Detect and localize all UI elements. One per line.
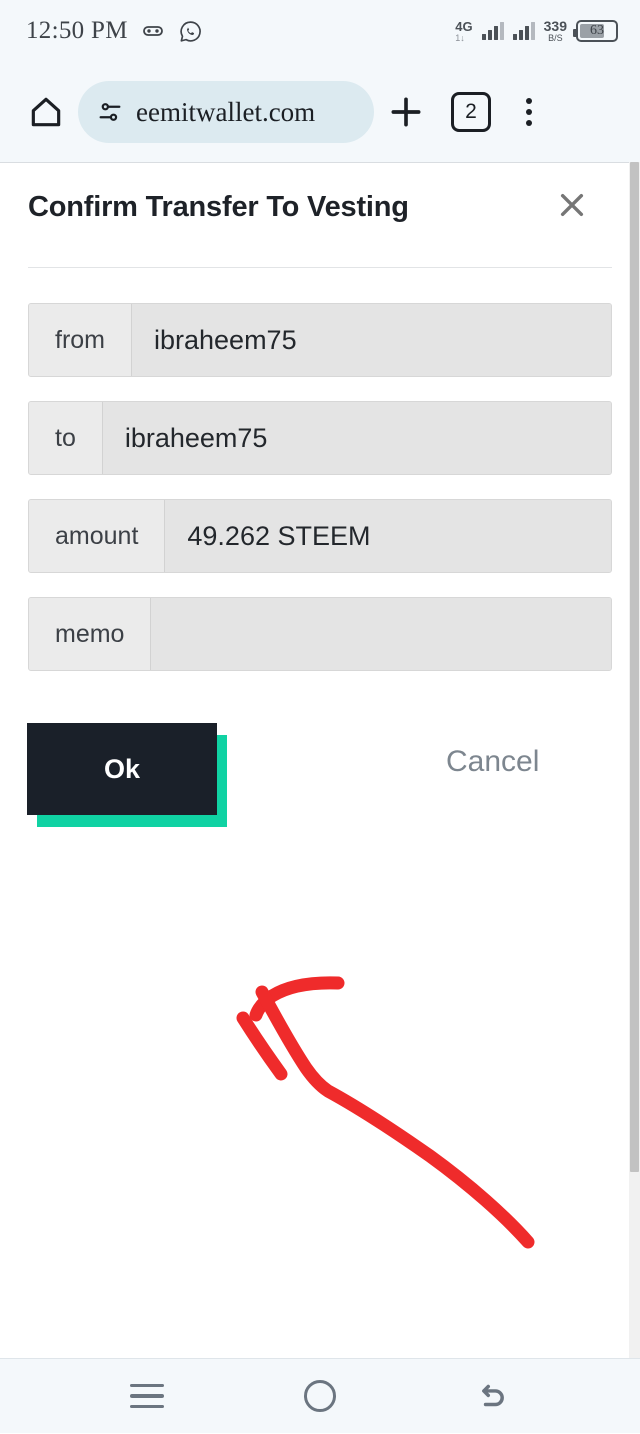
field-label: amount xyxy=(29,500,166,572)
url-text: eemitwallet.com xyxy=(136,96,316,127)
back-arrow-icon xyxy=(474,1377,512,1415)
android-navigation-bar xyxy=(0,1358,640,1433)
field-row-memo: memo xyxy=(28,597,612,671)
title-divider xyxy=(28,267,612,268)
ok-button-wrapper: Ok xyxy=(27,723,227,827)
field-value: ibraheem75 xyxy=(102,402,611,474)
back-button[interactable] xyxy=(448,1359,538,1434)
data-speed-indicator: 339 B/S xyxy=(543,18,567,43)
gamepad-icon xyxy=(141,19,165,43)
dialog-title: Confirm Transfer To Vesting xyxy=(28,191,409,223)
address-bar[interactable]: eemitwallet.com xyxy=(78,81,374,143)
plus-icon xyxy=(387,93,425,131)
overflow-menu-icon xyxy=(526,98,532,104)
browser-toolbar: eemitwallet.com 2 xyxy=(0,62,640,162)
cancel-button[interactable]: Cancel xyxy=(446,745,539,779)
tab-switcher-button[interactable]: 2 xyxy=(438,92,504,132)
field-row-from: from ibraheem75 xyxy=(28,303,612,377)
scrollbar-thumb[interactable] xyxy=(630,162,639,1172)
close-icon xyxy=(556,189,588,221)
battery-icon: 63 xyxy=(573,20,618,42)
field-row-amount: amount 49.262 STEEM xyxy=(28,499,612,573)
recents-button[interactable] xyxy=(102,1359,192,1434)
field-value: ibraheem75 xyxy=(132,304,611,376)
field-value: 49.262 STEEM xyxy=(165,500,611,572)
field-value xyxy=(151,598,611,670)
signal-strength-icon-sim1 xyxy=(481,22,504,40)
site-settings-icon[interactable] xyxy=(96,98,124,126)
signal-strength-icon-sim2 xyxy=(512,22,535,40)
home-button[interactable] xyxy=(20,93,72,131)
field-label: memo xyxy=(29,598,152,670)
status-bar-left: 12:50 PM xyxy=(26,17,203,45)
field-label: from xyxy=(29,304,132,376)
home-icon xyxy=(27,93,65,131)
whatsapp-icon xyxy=(178,19,203,44)
field-label: to xyxy=(29,402,103,474)
circle-icon xyxy=(303,1380,336,1412)
page-scrollbar[interactable] xyxy=(629,162,640,1358)
battery-percent-label: 63 xyxy=(590,23,604,38)
dialog-actions: Ok Cancel xyxy=(0,723,640,843)
status-bar: 12:50 PM 4G 1↓ 339 B/S 63 xyxy=(0,0,640,62)
web-page-content: Confirm Transfer To Vesting from ibrahee… xyxy=(0,162,640,1358)
status-bar-clock: 12:50 PM xyxy=(26,17,128,44)
new-tab-button[interactable] xyxy=(374,93,438,131)
close-dialog-button[interactable] xyxy=(552,185,592,225)
tab-count-badge: 2 xyxy=(451,92,491,132)
hamburger-icon xyxy=(129,1383,164,1409)
home-button[interactable] xyxy=(275,1359,365,1434)
field-row-to: to ibraheem75 xyxy=(28,401,612,475)
ok-button[interactable]: Ok xyxy=(27,723,217,815)
status-bar-right: 4G 1↓ 339 B/S 63 xyxy=(455,19,618,43)
overflow-menu-button[interactable] xyxy=(504,98,554,126)
network-type-label: 4G 1↓ xyxy=(455,18,473,43)
transaction-fields: from ibraheem75 to ibraheem75 amount 49.… xyxy=(28,303,612,695)
